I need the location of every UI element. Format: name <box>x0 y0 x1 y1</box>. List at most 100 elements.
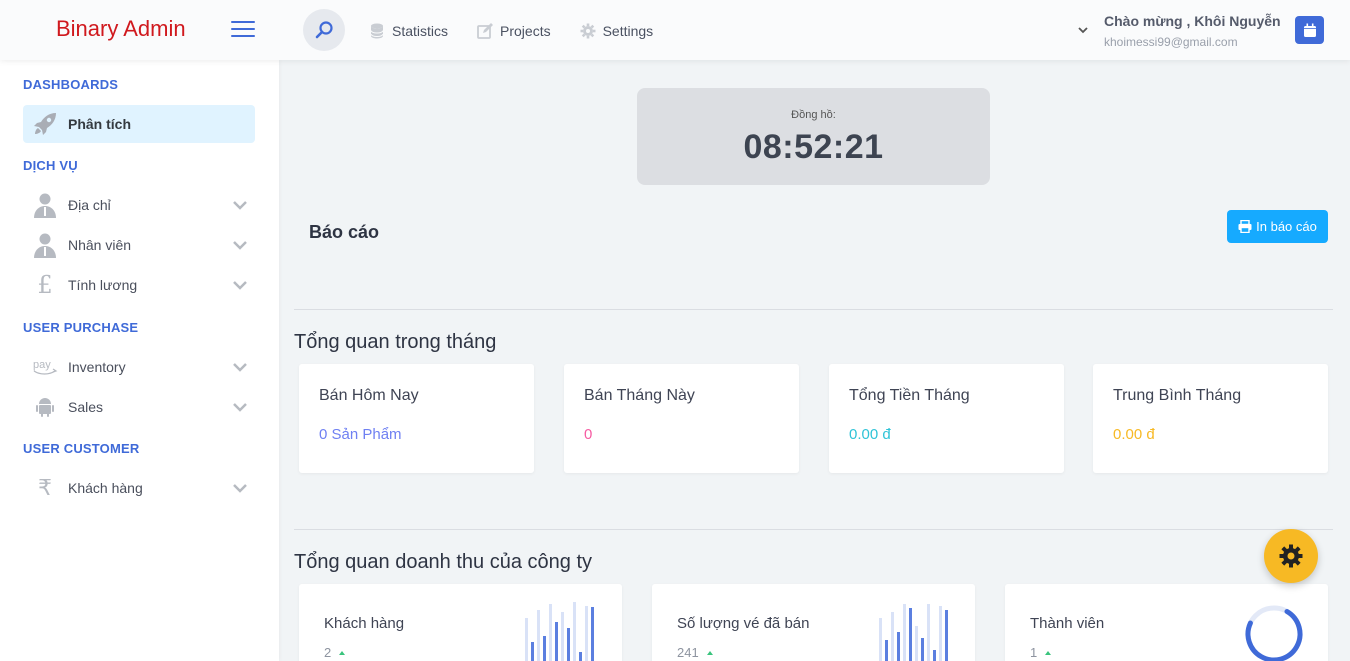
revenue-card-value: 1 <box>1030 645 1052 660</box>
app-header: Binary Admin Statistics Projects Setting… <box>0 0 1350 60</box>
stat-card-trung-binh-thang: Trung Bình Tháng 0.00 đ <box>1093 364 1328 473</box>
sidebar-item-nhan-vien[interactable]: Nhân viên <box>23 226 255 264</box>
sparkline-bar <box>915 626 918 661</box>
stat-card-ban-hom-nay: Bán Hôm Nay 0 Sản Phẩm <box>299 364 534 473</box>
sidebar-item-label: Sales <box>68 399 104 415</box>
sparkline-bar <box>573 602 576 661</box>
revenue-card-value: 2 <box>324 645 346 660</box>
sparkline-bar <box>909 608 912 661</box>
revenue-card-khach-hang: Khách hàng 2 <box>299 584 622 661</box>
app-logo[interactable]: Binary Admin <box>56 16 186 42</box>
chevron-down-icon[interactable] <box>233 239 247 251</box>
sparkline-bar <box>549 604 552 661</box>
pound-icon: £ <box>37 271 53 299</box>
stat-value: 0 Sản Phẩm <box>319 426 402 443</box>
caret-up-icon <box>706 650 713 655</box>
calendar-icon <box>1303 23 1316 37</box>
report-title: Báo cáo <box>309 222 380 242</box>
search-button[interactable] <box>303 9 345 51</box>
top-navigation: Statistics Projects Settings <box>368 20 681 42</box>
sidebar-item-tinh-luong[interactable]: £ Tính lương <box>23 266 255 304</box>
chevron-down-icon[interactable] <box>233 361 247 373</box>
sparkline-bar <box>543 636 546 661</box>
sparkline-bar <box>531 642 534 661</box>
gear-icon <box>1279 544 1303 568</box>
stat-card-ban-thang-nay: Bán Tháng Này 0 <box>564 364 799 473</box>
sparkline-bar <box>927 604 930 661</box>
nav-projects-label: Projects <box>500 23 551 39</box>
sidebar-item-sales[interactable]: Sales <box>23 388 255 426</box>
search-icon <box>315 21 333 39</box>
revenue-card-value: 241 <box>677 645 713 660</box>
sparkline-bar <box>591 607 594 661</box>
edit-icon <box>476 22 494 40</box>
sparkline-bar <box>567 628 570 661</box>
stat-title: Bán Tháng Này <box>584 387 695 404</box>
nav-settings-label: Settings <box>602 23 654 39</box>
nav-statistics[interactable]: Statistics <box>368 20 448 42</box>
sidebar-item-label: Tính lương <box>68 277 138 293</box>
stat-title: Trung Bình Tháng <box>1113 387 1242 404</box>
print-report-label: In báo cáo <box>1256 219 1317 234</box>
caret-up-icon <box>339 650 346 655</box>
chevron-down-icon[interactable] <box>233 199 247 211</box>
nav-settings[interactable]: Settings <box>579 20 654 42</box>
clock-label: Đồng hồ: <box>791 109 836 121</box>
caret-up-icon <box>1045 650 1052 655</box>
nav-projects[interactable]: Projects <box>476 20 551 42</box>
rupee-icon: ₹ <box>38 475 52 501</box>
sidebar-item-inventory[interactable]: pay Inventory <box>23 348 255 386</box>
progress-ring <box>1245 605 1303 661</box>
calendar-button[interactable] <box>1295 16 1324 44</box>
chevron-down-icon[interactable] <box>233 279 247 291</box>
hamburger-menu-icon[interactable] <box>231 21 255 37</box>
revenue-value-text: 241 <box>677 645 699 660</box>
database-icon <box>368 22 386 40</box>
revenue-card-title: Thành viên <box>1030 615 1105 632</box>
revenue-card-title: Số lượng vé đã bán <box>677 615 810 632</box>
sidebar-item-dia-chi[interactable]: Địa chỉ <box>23 186 255 224</box>
sidebar-item-label: Địa chỉ <box>68 197 111 213</box>
print-report-button[interactable]: In báo cáo <box>1227 210 1328 243</box>
sidebar-item-label: Nhân viên <box>68 237 132 253</box>
clock-widget: Đồng hồ: 08:52:21 <box>637 88 990 185</box>
sparkline-bar <box>939 606 942 661</box>
sparkline-bar <box>897 632 900 661</box>
sidebar-heading-dashboards: DASHBOARDS <box>23 77 119 92</box>
svg-text:pay: pay <box>33 359 51 371</box>
overview-title: Tổng quan trong tháng <box>294 331 497 353</box>
sparkline-bar <box>555 622 558 661</box>
sidebar-item-khach-hang[interactable]: ₹ Khách hàng <box>23 469 255 507</box>
stat-title: Tổng Tiền Tháng <box>849 387 970 404</box>
chevron-down-icon[interactable] <box>233 401 247 413</box>
revenue-value-text: 2 <box>324 645 332 660</box>
stat-value: 0 <box>584 426 593 443</box>
revenue-card-thanh-vien: Thành viên 1 <box>1005 584 1328 661</box>
sidebar-item-label: Khách hàng <box>68 480 143 496</box>
settings-fab-button[interactable] <box>1264 529 1318 583</box>
sparkline-bar <box>525 618 528 661</box>
android-icon <box>30 392 60 422</box>
sidebar-heading-user-purchase: USER PURCHASE <box>23 320 139 335</box>
sparkline-bar <box>945 610 948 661</box>
sparkline-bar <box>879 618 882 661</box>
sidebar-item-label: Phân tích <box>68 116 132 132</box>
stat-value: 0.00 đ <box>849 426 891 443</box>
revenue-card-so-luong-ve: Số lượng vé đã bán 241 <box>652 584 975 661</box>
user-icon <box>30 230 60 260</box>
chevron-down-icon[interactable] <box>233 482 247 494</box>
sparkline-bar <box>585 606 588 661</box>
sidebar-item-phan-tich[interactable]: Phân tích <box>23 105 255 143</box>
user-greeting: Chào mừng , Khôi Nguyễn <box>1104 13 1281 29</box>
section-divider <box>294 529 1333 530</box>
sparkline-bar <box>903 604 906 661</box>
stat-title: Bán Hôm Nay <box>319 387 419 404</box>
sparkline-bar <box>933 650 936 661</box>
sparkline-bar <box>885 640 888 661</box>
print-icon <box>1238 220 1252 233</box>
stat-value: 0.00 đ <box>1113 426 1155 443</box>
user-menu-chevron-icon[interactable] <box>1077 24 1089 36</box>
sidebar: DASHBOARDS Phân tích DỊCH VỤ Địa chỉ Nhâ… <box>0 60 279 661</box>
sidebar-heading-dich-vu: DỊCH VỤ <box>23 158 78 173</box>
revenue-card-title: Khách hàng <box>324 615 405 632</box>
